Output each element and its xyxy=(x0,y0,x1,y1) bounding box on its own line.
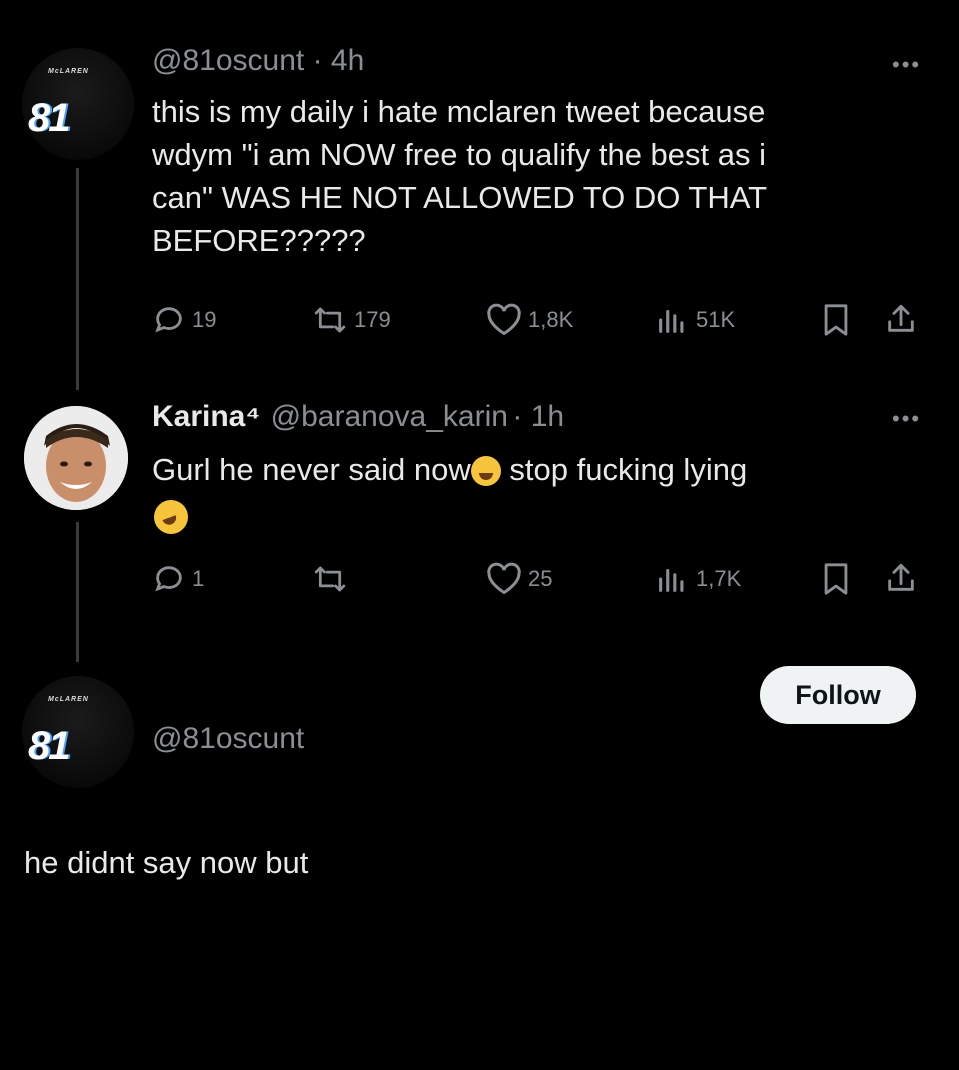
share-button[interactable] xyxy=(884,302,918,336)
like-button[interactable]: 1,8K xyxy=(486,303,573,337)
timestamp: · 4h xyxy=(312,44,365,77)
tweet-handle[interactable]: @81oscunt · 4h xyxy=(152,44,364,78)
tweet-header: Karina⁴ @baranova_karin · 1h xyxy=(152,400,564,434)
analytics-icon xyxy=(659,568,684,592)
reply-icon xyxy=(155,566,182,592)
reply-text: he didnt say now but xyxy=(24,845,309,880)
bookmark-icon xyxy=(824,563,848,595)
share-icon xyxy=(888,563,914,591)
view-count: 51K xyxy=(696,307,736,332)
bookmark-button[interactable] xyxy=(821,303,851,337)
thread-line xyxy=(76,522,79,662)
reply-count: 1 xyxy=(192,566,205,591)
reply-icon xyxy=(155,307,182,333)
avatar[interactable]: McLAREN 81 xyxy=(22,676,134,788)
more-options-icon[interactable]: ••• xyxy=(892,406,921,432)
tweet-text: Gurl he never said now stop fucking lyin… xyxy=(152,448,932,491)
analytics-icon xyxy=(659,309,684,333)
timestamp: · 1h xyxy=(512,400,565,433)
avatar-brand-text: McLAREN xyxy=(48,696,89,703)
reply-button[interactable]: 1 xyxy=(152,562,204,596)
handle-text[interactable]: @baranova_karin xyxy=(271,400,508,433)
follow-button[interactable]: Follow xyxy=(760,666,916,724)
retweet-icon xyxy=(314,566,346,592)
retweet-button[interactable] xyxy=(312,562,354,596)
view-count: 1,7K xyxy=(696,566,742,591)
reply-button[interactable]: 19 xyxy=(152,303,216,337)
share-icon xyxy=(888,304,914,332)
views-button[interactable]: 51K xyxy=(654,303,735,337)
tweet-text-part: stop fucking lying xyxy=(500,452,748,487)
retweet-count: 179 xyxy=(354,307,391,332)
avatar-brand-text: McLAREN xyxy=(48,68,89,75)
laughing-emoji xyxy=(149,495,193,539)
more-options-icon[interactable]: ••• xyxy=(892,52,921,78)
bookmark-button[interactable] xyxy=(821,562,851,596)
avatar-number: 81 xyxy=(28,724,70,768)
heart-icon xyxy=(487,303,521,336)
reply-count: 19 xyxy=(192,307,217,332)
thread-line xyxy=(76,168,79,390)
avatar[interactable]: McLAREN 81 xyxy=(22,48,134,160)
like-button[interactable]: 25 xyxy=(486,562,552,596)
retweet-button[interactable]: 179 xyxy=(312,303,391,337)
face-photo xyxy=(24,406,128,510)
share-button[interactable] xyxy=(884,561,918,595)
reply-handle[interactable]: @81oscunt xyxy=(152,722,304,756)
like-count: 1,8K xyxy=(528,307,574,332)
avatar-number: 81 xyxy=(28,96,70,140)
heart-icon xyxy=(487,562,521,595)
tweet-text-part: Gurl he never said now xyxy=(152,452,471,487)
like-count: 25 xyxy=(528,566,553,591)
handle-text[interactable]: @81oscunt xyxy=(152,44,304,77)
retweet-icon xyxy=(314,307,346,333)
avatar[interactable] xyxy=(24,406,128,510)
crying-face-emoji xyxy=(470,456,501,486)
tweet-text: this is my daily i hate mclaren tweet be… xyxy=(152,94,768,258)
bookmark-icon xyxy=(824,304,848,336)
display-name[interactable]: Karina⁴ xyxy=(152,400,260,433)
views-button[interactable]: 1,7K xyxy=(654,562,741,596)
